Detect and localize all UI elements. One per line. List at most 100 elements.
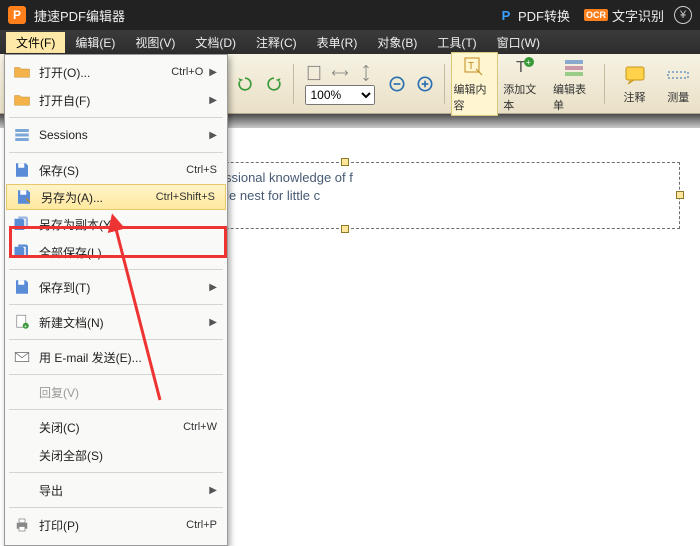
svg-text:T: T bbox=[468, 61, 474, 72]
edit-content-label: 编辑内容 bbox=[454, 81, 496, 113]
menu-divider bbox=[9, 507, 223, 508]
annotate-icon bbox=[623, 63, 647, 87]
svg-text:+: + bbox=[24, 324, 27, 330]
edit-form-label: 编辑表单 bbox=[553, 81, 595, 113]
menu-divider bbox=[9, 339, 223, 340]
menu-tool[interactable]: 工具(T) bbox=[427, 32, 486, 53]
menu-file[interactable]: 文件(F) bbox=[6, 32, 65, 53]
menu-divider bbox=[9, 117, 223, 118]
add-text-label: 添加文本 bbox=[503, 81, 545, 113]
save-all-icon bbox=[11, 242, 33, 262]
submenu-arrow-icon: ▶ bbox=[209, 130, 217, 141]
menu-divider bbox=[9, 374, 223, 375]
zoom-out-icon[interactable] bbox=[383, 64, 409, 104]
add-text-icon: T+ bbox=[512, 55, 536, 79]
menu-save-label: 保存(S) bbox=[39, 162, 178, 179]
pdf-convert-icon: P bbox=[498, 7, 514, 23]
pdf-convert-link[interactable]: P PDF转换 bbox=[498, 6, 570, 25]
file-menu-dropdown: 打开(O)... Ctrl+O ▶ 打开自(F) ▶ Sessions ▶ 保存… bbox=[4, 54, 228, 546]
menu-open-accel: Ctrl+O bbox=[171, 66, 203, 78]
menu-close-all[interactable]: 关闭全部(S) bbox=[5, 441, 227, 469]
menubar: 文件(F) 编辑(E) 视图(V) 文档(D) 注释(C) 表单(R) 对象(B… bbox=[0, 30, 700, 54]
blank-icon bbox=[11, 382, 33, 402]
app-title: 捷速PDF编辑器 bbox=[34, 6, 125, 25]
menu-divider bbox=[9, 152, 223, 153]
save-copy-icon bbox=[11, 214, 33, 234]
menu-form[interactable]: 表单(R) bbox=[307, 32, 368, 53]
menu-save[interactable]: 保存(S) Ctrl+S bbox=[5, 156, 227, 184]
menu-divider bbox=[9, 269, 223, 270]
new-doc-icon: + bbox=[11, 312, 33, 332]
menu-document[interactable]: 文档(D) bbox=[185, 32, 246, 53]
menu-divider bbox=[9, 409, 223, 410]
submenu-arrow-icon: ▶ bbox=[209, 317, 217, 328]
sessions-icon bbox=[11, 125, 33, 145]
pdf-convert-label: PDF转换 bbox=[518, 6, 570, 25]
menu-save-as-copy[interactable]: 另存为副本(Y)... bbox=[5, 210, 227, 238]
folder-icon bbox=[11, 90, 33, 110]
zoom-in-icon[interactable] bbox=[412, 64, 438, 104]
edit-form-icon bbox=[562, 55, 586, 79]
menu-email[interactable]: 用 E-mail 发送(E)... bbox=[5, 343, 227, 371]
menu-sessions[interactable]: Sessions ▶ bbox=[5, 121, 227, 149]
menu-save-to[interactable]: 保存到(T) ▶ bbox=[5, 273, 227, 301]
menu-view[interactable]: 视图(V) bbox=[125, 32, 185, 53]
menu-save-to-label: 保存到(T) bbox=[39, 279, 203, 296]
menu-print-label: 打印(P) bbox=[39, 517, 178, 534]
edit-content-button[interactable]: T 编辑内容 bbox=[451, 52, 499, 116]
fit-page-icon[interactable] bbox=[303, 63, 325, 83]
email-icon bbox=[11, 347, 33, 367]
submenu-arrow-icon: ▶ bbox=[209, 282, 217, 293]
menu-open[interactable]: 打开(O)... Ctrl+O ▶ bbox=[5, 58, 227, 86]
menu-close[interactable]: 关闭(C) Ctrl+W bbox=[5, 413, 227, 441]
menu-save-as-accel: Ctrl+Shift+S bbox=[156, 191, 215, 203]
folder-open-icon bbox=[11, 62, 33, 82]
menu-save-as-copy-label: 另存为副本(Y)... bbox=[39, 216, 217, 233]
menu-save-all-label: 全部保存(L) bbox=[39, 244, 217, 261]
resize-handle-bottom[interactable] bbox=[341, 225, 349, 233]
zoom-select[interactable]: 100% bbox=[305, 85, 375, 105]
annotate-label: 注释 bbox=[624, 89, 646, 105]
menu-save-all[interactable]: 全部保存(L) bbox=[5, 238, 227, 266]
redo-icon[interactable] bbox=[261, 64, 287, 104]
add-text-button[interactable]: T+ 添加文本 bbox=[500, 52, 548, 116]
menu-print-accel: Ctrl+P bbox=[186, 519, 217, 531]
menu-open-label: 打开(O)... bbox=[39, 64, 163, 81]
edit-form-button[interactable]: 编辑表单 bbox=[550, 52, 598, 116]
fit-height-icon[interactable] bbox=[355, 63, 377, 83]
menu-print[interactable]: 打印(P) Ctrl+P bbox=[5, 511, 227, 539]
print-icon bbox=[11, 515, 33, 535]
svg-text:+: + bbox=[526, 58, 531, 67]
blank-icon bbox=[11, 417, 33, 437]
menu-edit[interactable]: 编辑(E) bbox=[65, 32, 125, 53]
menu-object[interactable]: 对象(B) bbox=[367, 32, 427, 53]
fit-width-icon[interactable] bbox=[329, 63, 351, 83]
resize-handle-top[interactable] bbox=[341, 158, 349, 166]
menu-comment[interactable]: 注释(C) bbox=[246, 32, 307, 53]
menu-open-from[interactable]: 打开自(F) ▶ bbox=[5, 86, 227, 114]
annotate-button[interactable]: 注释 bbox=[611, 60, 659, 108]
currency-icon[interactable]: ¥ bbox=[674, 6, 692, 24]
measure-button[interactable]: 测量 bbox=[660, 60, 696, 108]
resize-handle-right[interactable] bbox=[676, 191, 684, 199]
menu-divider bbox=[9, 472, 223, 473]
menu-close-all-label: 关闭全部(S) bbox=[39, 447, 217, 464]
ocr-icon: OCR bbox=[584, 9, 608, 21]
menu-export-label: 导出 bbox=[39, 482, 203, 499]
submenu-arrow-icon: ▶ bbox=[209, 485, 217, 496]
menu-window[interactable]: 窗口(W) bbox=[487, 32, 550, 53]
undo-icon[interactable] bbox=[232, 64, 258, 104]
menu-open-from-label: 打开自(F) bbox=[39, 92, 203, 109]
blank-icon bbox=[11, 445, 33, 465]
app-logo-icon: P bbox=[8, 6, 26, 24]
menu-divider bbox=[9, 304, 223, 305]
menu-save-as-label: 另存为(A)... bbox=[41, 189, 148, 206]
menu-revert-label: 回复(V) bbox=[39, 384, 217, 401]
ocr-link[interactable]: OCR 文字识别 bbox=[584, 6, 664, 25]
menu-export[interactable]: 导出 ▶ bbox=[5, 476, 227, 504]
submenu-arrow-icon: ▶ bbox=[209, 95, 217, 106]
menu-new-doc-label: 新建文档(N) bbox=[39, 314, 203, 331]
save-to-icon bbox=[11, 277, 33, 297]
menu-save-as[interactable]: 另存为(A)... Ctrl+Shift+S bbox=[6, 184, 226, 210]
menu-new-doc[interactable]: + 新建文档(N) ▶ bbox=[5, 308, 227, 336]
